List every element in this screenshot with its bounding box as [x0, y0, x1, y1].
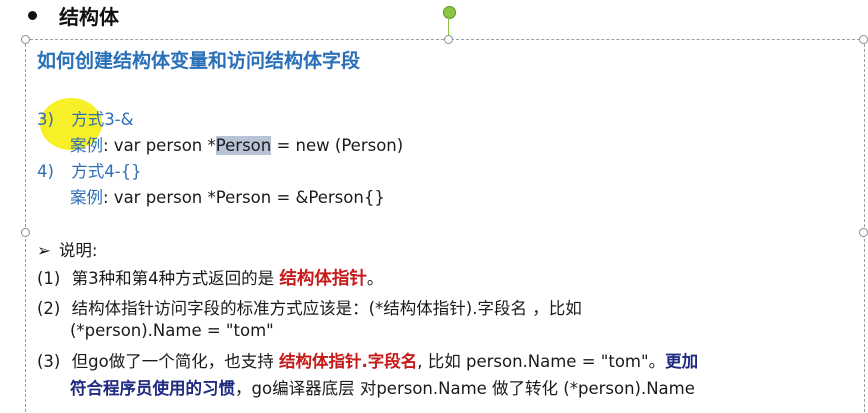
note3-line1: (3) 但go做了一个简化，也支持 结构体指针.字段名, 比如 person.N… — [37, 348, 698, 372]
method3-code-post: = new (Person) — [271, 136, 404, 155]
method4-code: : var person *Person = &Person{} — [103, 188, 385, 207]
method3-case-label: 案例 — [70, 136, 103, 155]
note2-line2: (*person).Name = "tom" — [70, 321, 274, 340]
selected-text[interactable]: Person — [215, 136, 272, 155]
subheading: 如何创建结构体变量和访问结构体字段 — [37, 50, 361, 72]
method3-num: 3) — [37, 110, 54, 129]
note3-emphasis: 结构体指针.字段名 — [278, 352, 418, 371]
note1-emphasis: 结构体指针 — [279, 269, 367, 289]
note3-num: (3) — [37, 352, 61, 371]
method4-line: 4) 方式4-{} — [37, 158, 142, 182]
note3-line2: 符合程序员使用的习惯，go编译器底层 对person.Name 做了转化 (*p… — [70, 375, 695, 399]
resize-handle-top-left[interactable] — [21, 35, 30, 44]
note3-text: 但go做了一个简化，也支持 — [71, 352, 279, 371]
resize-handle-middle-left[interactable] — [21, 228, 30, 237]
note1-end: 。 — [366, 269, 384, 288]
slide-title: 结构体 — [59, 4, 119, 29]
note2-num: (2) — [37, 299, 61, 318]
method4-label: 方式4-{} — [71, 162, 142, 181]
resize-handle-top-middle[interactable] — [444, 35, 453, 44]
note3-emphasis2-end: 符合程序员使用的习惯 — [70, 379, 235, 398]
bullet-icon — [28, 10, 37, 20]
resize-handle-middle-right[interactable] — [859, 228, 868, 237]
note1-num: (1) — [37, 269, 61, 288]
method4-num: 4) — [37, 162, 54, 181]
arrow-bullet-icon: ➢ — [37, 241, 51, 260]
title-row: 结构体 — [28, 0, 119, 30]
method4-case: 案例: var person *Person = &Person{} — [70, 184, 385, 208]
note3-mid: , 比如 person.Name = "tom"。 — [417, 352, 666, 371]
notes-title-line: ➢ 说明: — [37, 237, 97, 261]
notes-title: 说明: — [58, 241, 98, 260]
resize-handle-top-right[interactable] — [859, 35, 868, 44]
method3-label: 方式3-& — [71, 110, 134, 129]
note2-text: 结构体指针访问字段的标准方式应该是：(*结构体指针).字段名 ，比如 — [71, 299, 582, 318]
method3-line: 3) 方式3-& — [37, 106, 134, 130]
rotate-handle-icon[interactable] — [443, 6, 456, 19]
method4-case-label: 案例 — [70, 188, 103, 207]
note1-text: 第3种和第4种方式返回的是 — [71, 269, 280, 288]
note3-end: ，go编译器底层 对person.Name 做了转化 (*person).Nam… — [235, 379, 695, 398]
note2-line1: (2) 结构体指针访问字段的标准方式应该是：(*结构体指针).字段名 ，比如 — [37, 295, 582, 319]
note1-line: (1) 第3种和第4种方式返回的是 结构体指针。 — [37, 265, 383, 290]
method3-case: 案例: var person *Person = new (Person) — [70, 132, 403, 156]
note3-emphasis2-start: 更加 — [665, 352, 699, 371]
method3-code-pre: : var person * — [103, 136, 216, 155]
